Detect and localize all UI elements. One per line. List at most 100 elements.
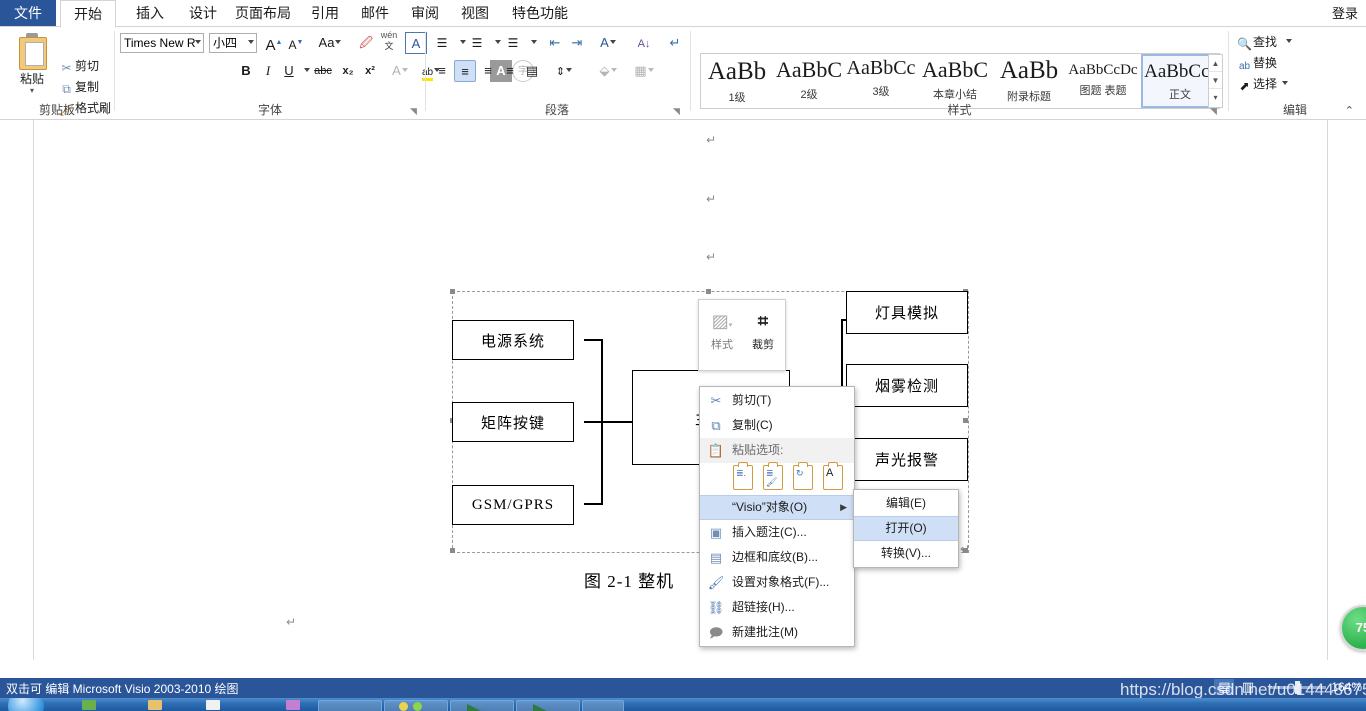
find-dropdown-icon[interactable] xyxy=(1286,39,1292,43)
submenu-item-open[interactable]: 打开(O) xyxy=(854,516,958,541)
taskbar-icon-2[interactable] xyxy=(148,700,162,710)
context-menu-item-cut[interactable]: ✂ 剪切(T) xyxy=(700,388,854,413)
context-menu-item-visio-object[interactable]: “Visio”对象(O) ▶ xyxy=(700,495,854,520)
superscript-button[interactable]: x² xyxy=(359,60,381,82)
subscript-button[interactable]: x₂ xyxy=(337,60,359,82)
clipboard-dialog-launcher[interactable]: ◥ xyxy=(99,106,110,117)
context-menu-item-hyperlink[interactable]: ⛓ 超链接(H)... xyxy=(700,595,854,620)
style-item-5[interactable]: AaBbCcDc 图题 表题 xyxy=(1065,54,1141,108)
style-item-3[interactable]: AaBbC 本章小结 xyxy=(917,54,993,108)
styles-scroll-up[interactable]: ▲ xyxy=(1209,55,1222,72)
context-menu-item-copy[interactable]: ⧉ 复制(C) xyxy=(700,413,854,438)
align-center-button[interactable]: ≡ xyxy=(454,60,476,82)
paste-dropdown-icon[interactable]: ▾ xyxy=(8,87,56,94)
context-menu-item-borders-shading[interactable]: ▤ 边框和底纹(B)... xyxy=(700,545,854,570)
style-item-4[interactable]: AaBb 附录标题 xyxy=(993,54,1065,108)
windows-taskbar[interactable] xyxy=(0,698,1366,711)
styles-gallery-scrollbar[interactable]: ▲ ▼ ▾ xyxy=(1208,54,1223,108)
tab-special-features[interactable]: 特色功能 xyxy=(502,0,578,27)
document-area[interactable]: ↵ ↵ ↵ ↵ ↵ xyxy=(0,120,1366,678)
taskbar-window-5[interactable] xyxy=(582,700,624,711)
copy-button[interactable]: ⧉ 复制 xyxy=(58,78,99,96)
multilevel-list-dropdown[interactable] xyxy=(522,32,544,54)
tab-design[interactable]: 设计 xyxy=(180,0,226,27)
taskbar-window-4[interactable] xyxy=(516,700,580,711)
document-page[interactable]: ↵ ↵ ↵ ↵ ↵ xyxy=(33,120,1328,660)
italic-button[interactable]: I xyxy=(257,60,279,82)
taskbar-icon-1[interactable] xyxy=(82,700,96,710)
taskbar-icon-3[interactable] xyxy=(206,700,220,710)
tab-file[interactable]: 文件 xyxy=(0,0,56,27)
cut-button[interactable]: ✂ 剪切 xyxy=(58,57,99,75)
paragraph-dialog-launcher[interactable]: ◥ xyxy=(671,106,682,117)
find-button[interactable]: 🔍查找 xyxy=(1236,32,1292,52)
mini-toolbar[interactable]: ▨▾ 样式 ⌗ 裁剪 xyxy=(698,299,786,371)
context-menu-item-new-comment[interactable]: 🗩 新建批注(M) xyxy=(700,620,854,645)
sign-in-link[interactable]: 登录 xyxy=(1332,3,1358,22)
collapse-ribbon-button[interactable]: ⌃ xyxy=(1345,104,1354,117)
taskbar-window-3[interactable] xyxy=(450,700,514,711)
text-effects-button[interactable]: A xyxy=(389,60,411,82)
paste-option-keep-source-formatting[interactable]: ≣. xyxy=(730,465,756,493)
borders-button[interactable]: ▦ xyxy=(632,60,656,82)
select-dropdown-icon[interactable] xyxy=(1282,81,1288,85)
show-formatting-marks-button[interactable]: ↵ xyxy=(664,32,686,54)
character-border-button[interactable]: A xyxy=(405,32,427,54)
tab-review[interactable]: 审阅 xyxy=(402,0,448,27)
paste-option-merge-formatting[interactable]: ≣🖌 xyxy=(760,465,786,493)
bullets-button[interactable]: ☰ xyxy=(431,32,453,54)
shrink-font-button[interactable]: A▼ xyxy=(285,32,307,54)
context-menu-item-insert-caption[interactable]: ▣ 插入题注(C)... xyxy=(700,520,854,545)
font-name-dropdown-icon[interactable] xyxy=(195,40,201,44)
paste-option-keep-text-only[interactable]: A xyxy=(820,465,846,493)
bold-button[interactable]: B xyxy=(235,60,257,82)
tab-view[interactable]: 视图 xyxy=(452,0,498,27)
styles-dialog-launcher[interactable]: ◥ xyxy=(1208,106,1219,117)
sort-button[interactable]: A↓ xyxy=(632,32,656,54)
clear-formatting-button[interactable]: 🖉 xyxy=(355,32,377,54)
taskbar-window-2[interactable] xyxy=(384,700,448,711)
numbering-button[interactable]: ☰ xyxy=(466,32,488,54)
mini-style-button[interactable]: ▨▾ 样式 xyxy=(702,306,742,352)
taskbar-window-1[interactable] xyxy=(318,700,382,711)
increase-indent-button[interactable]: ⇥ xyxy=(566,32,588,54)
style-item-0[interactable]: AaBb 1级 xyxy=(701,54,773,108)
submenu-item-edit[interactable]: 编辑(E) xyxy=(854,491,958,516)
align-left-button[interactable]: ≡ xyxy=(431,60,453,82)
tab-mailings[interactable]: 邮件 xyxy=(352,0,398,27)
decrease-indent-button[interactable]: ⇤ xyxy=(544,32,566,54)
multilevel-list-button[interactable]: ☰ xyxy=(502,32,524,54)
styles-scroll-down[interactable]: ▼ xyxy=(1209,72,1222,89)
tab-insert[interactable]: 插入 xyxy=(124,0,176,27)
paste-button[interactable]: 粘贴 ▾ xyxy=(8,33,56,94)
taskbar-icon-4[interactable] xyxy=(286,700,300,710)
change-case-button[interactable]: Aa xyxy=(313,32,347,54)
mini-crop-button[interactable]: ⌗ 裁剪 xyxy=(743,306,783,352)
paste-option-picture[interactable]: ↻ xyxy=(790,465,816,493)
grow-font-button[interactable]: A▲ xyxy=(263,32,285,54)
align-right-button[interactable]: ≡ xyxy=(477,60,499,82)
tab-references[interactable]: 引用 xyxy=(302,0,348,27)
tab-page-layout[interactable]: 页面布局 xyxy=(228,0,298,27)
context-menu[interactable]: ✂ 剪切(T) ⧉ 复制(C) 📋 粘贴选项: ≣. ≣🖌 ↻ A “Visio… xyxy=(699,386,855,647)
replace-button[interactable]: ab 替换 xyxy=(1236,53,1277,73)
font-size-dropdown-icon[interactable] xyxy=(248,40,254,44)
font-name-input[interactable]: Times New R xyxy=(120,33,204,53)
shading-button[interactable]: ⬙ xyxy=(596,60,620,82)
style-item-2[interactable]: AaBbCc 3级 xyxy=(845,54,917,108)
tab-home[interactable]: 开始 xyxy=(60,0,116,28)
asian-layout-button[interactable]: A xyxy=(596,32,620,54)
phonetic-guide-button[interactable]: wén wén 文 xyxy=(378,30,400,52)
visio-object-submenu[interactable]: 编辑(E) 打开(O) 转换(V)... xyxy=(853,489,959,568)
justify-button[interactable]: ≡ xyxy=(499,60,521,82)
line-spacing-button[interactable]: ⇕ xyxy=(552,60,576,82)
style-item-1[interactable]: AaBbC 2级 xyxy=(773,54,845,108)
submenu-item-convert[interactable]: 转换(V)... xyxy=(854,541,958,566)
context-menu-item-format-object[interactable]: 🖌 设置对象格式(F)... xyxy=(700,570,854,595)
font-size-input[interactable]: 小四 xyxy=(209,33,257,53)
distribute-button[interactable]: ▤ xyxy=(521,60,543,82)
start-button-icon[interactable] xyxy=(8,698,44,711)
font-dialog-launcher[interactable]: ◥ xyxy=(408,106,419,117)
select-button[interactable]: ⬈ 选择 xyxy=(1236,74,1288,94)
strikethrough-button[interactable]: abc xyxy=(309,60,337,82)
